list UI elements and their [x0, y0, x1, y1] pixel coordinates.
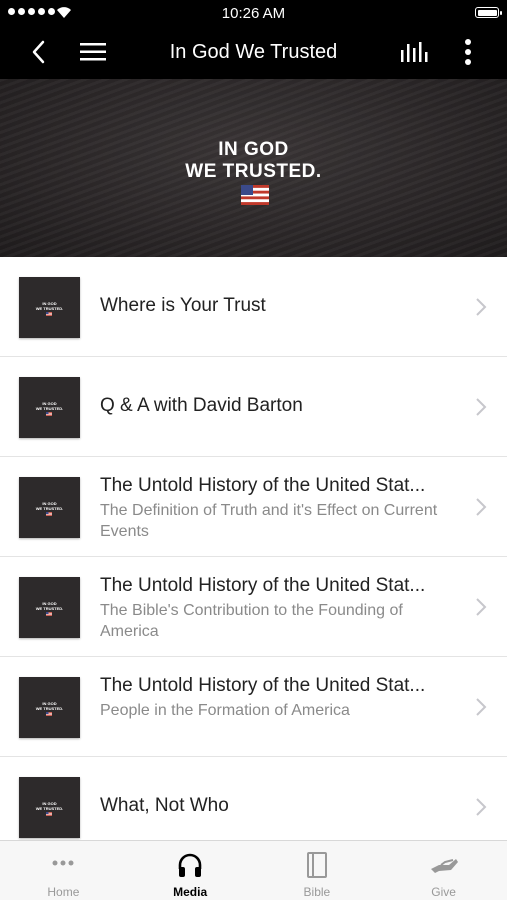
- item-text: Where is Your Trust: [100, 295, 457, 317]
- list-item[interactable]: IN GOD WE TRUSTED. Where is Your Trust: [0, 257, 507, 357]
- thumbnail-text-line2: WE TRUSTED.: [35, 506, 64, 511]
- media-list: IN GOD WE TRUSTED. Where is Your Trust I…: [0, 257, 507, 857]
- mini-flag-icon: [46, 312, 52, 316]
- item-thumbnail: IN GOD WE TRUSTED.: [19, 777, 80, 838]
- item-thumbnail: IN GOD WE TRUSTED.: [19, 677, 80, 738]
- audio-bars-icon[interactable]: [398, 38, 430, 66]
- chevron-right-icon: [476, 298, 487, 316]
- tab-home[interactable]: Home: [0, 841, 127, 900]
- tab-bible[interactable]: Bible: [254, 841, 381, 900]
- status-time: 10:26 AM: [221, 5, 286, 22]
- mini-flag-icon: [46, 712, 52, 716]
- item-text: What, Not Who: [100, 795, 457, 817]
- item-title: Q & A with David Barton: [100, 395, 303, 416]
- thumbnail-text-line2: WE TRUSTED.: [35, 606, 64, 611]
- thumbnail-text-line2: WE TRUSTED.: [35, 706, 64, 711]
- item-thumbnail: IN GOD WE TRUSTED.: [19, 277, 80, 338]
- tab-label: Bible: [303, 885, 331, 899]
- more-vertical-icon[interactable]: [456, 36, 480, 68]
- book-icon: [306, 852, 327, 878]
- status-bar: 10:26 AM: [0, 0, 507, 26]
- tab-label: Home: [47, 885, 80, 899]
- banner-title-line1: IN GOD: [218, 139, 289, 160]
- chevron-right-icon: [476, 698, 487, 716]
- list-item[interactable]: IN GOD WE TRUSTED. The Untold History of…: [0, 657, 507, 757]
- mini-flag-icon: [46, 512, 52, 516]
- item-subtitle: The Definition of Truth and it's Effect …: [100, 502, 438, 540]
- chevron-right-icon: [476, 598, 487, 616]
- mini-flag-icon: [46, 612, 52, 616]
- american-flag-icon: [241, 185, 269, 205]
- tab-bar: Home Media Bible Give: [0, 840, 507, 900]
- chevron-right-icon: [476, 798, 487, 816]
- banner-title-line2: WE TRUSTED.: [185, 161, 322, 182]
- list-item[interactable]: IN GOD WE TRUSTED. The Untold History of…: [0, 557, 507, 657]
- tab-give[interactable]: Give: [380, 841, 507, 900]
- item-title: Where is Your Trust: [100, 295, 266, 316]
- page-title: In God We Trusted: [169, 41, 338, 63]
- item-text: The Untold History of the United Stat...…: [100, 575, 457, 642]
- list-item[interactable]: IN GOD WE TRUSTED. The Untold History of…: [0, 457, 507, 557]
- giving-hand-icon: [430, 859, 458, 873]
- headphones-icon: [178, 853, 202, 877]
- item-subtitle: The Bible's Contribution to the Founding…: [100, 602, 403, 640]
- thumbnail-text-line2: WE TRUSTED.: [35, 806, 64, 811]
- tab-label: Give: [431, 885, 456, 899]
- ellipsis-icon: [52, 860, 74, 866]
- thumbnail-text-line2: WE TRUSTED.: [35, 306, 64, 311]
- tab-label: Media: [173, 885, 208, 899]
- mini-flag-icon: [46, 812, 52, 816]
- item-title: What, Not Who: [100, 795, 229, 816]
- item-text: The Untold History of the United Stat...…: [100, 475, 457, 542]
- chevron-right-icon: [476, 398, 487, 416]
- tab-media[interactable]: Media: [127, 841, 254, 900]
- item-title: The Untold History of the United Stat...: [100, 675, 426, 696]
- nav-bar: In God We Trusted: [0, 26, 507, 79]
- item-title: The Untold History of the United Stat...: [100, 575, 426, 596]
- thumbnail-text-line2: WE TRUSTED.: [35, 406, 64, 411]
- series-banner: IN GOD WE TRUSTED.: [0, 79, 507, 257]
- item-text: Q & A with David Barton: [100, 395, 457, 417]
- item-title: The Untold History of the United Stat...: [100, 475, 426, 496]
- mini-flag-icon: [46, 412, 52, 416]
- list-item[interactable]: IN GOD WE TRUSTED. Q & A with David Bart…: [0, 357, 507, 457]
- item-subtitle: People in the Formation of America: [100, 702, 350, 719]
- item-thumbnail: IN GOD WE TRUSTED.: [19, 577, 80, 638]
- item-thumbnail: IN GOD WE TRUSTED.: [19, 377, 80, 438]
- item-thumbnail: IN GOD WE TRUSTED.: [19, 477, 80, 538]
- item-text: The Untold History of the United Stat...…: [100, 675, 457, 721]
- battery-icon: [475, 7, 502, 18]
- chevron-right-icon: [476, 498, 487, 516]
